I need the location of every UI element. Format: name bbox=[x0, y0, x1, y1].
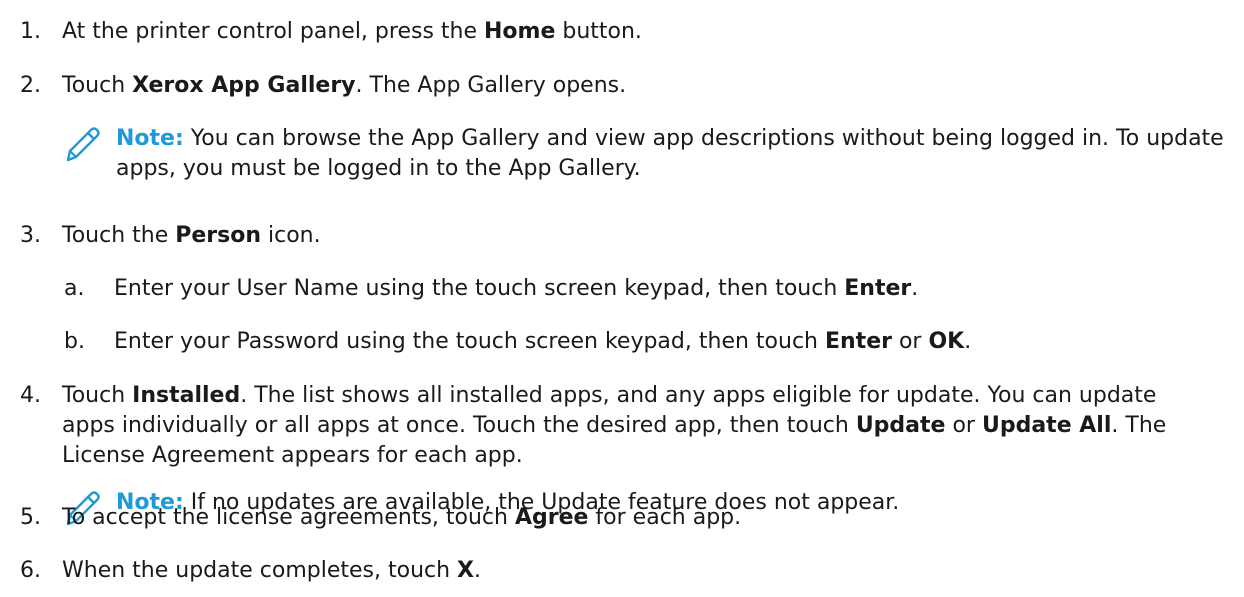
note-body: Note: You can browse the App Gallery and… bbox=[116, 126, 1224, 181]
ui-term: Enter bbox=[824, 329, 892, 354]
ui-term: Home bbox=[484, 19, 556, 44]
ui-term: Update bbox=[855, 413, 946, 438]
step-text: Touch Xerox App Gallery. The App Gallery… bbox=[62, 73, 627, 98]
step-number: 2. bbox=[20, 73, 41, 98]
substep-text: Enter your Password using the touch scre… bbox=[114, 329, 972, 354]
step-text: Touch Installed. The list shows all inst… bbox=[62, 383, 1167, 468]
step-text: To accept the license agreements, touch … bbox=[62, 505, 742, 530]
ui-term: Person bbox=[175, 223, 261, 248]
step-text: At the printer control panel, press the … bbox=[62, 19, 642, 44]
step-number: 5. bbox=[20, 505, 41, 530]
step-text: When the update completes, touch X. bbox=[62, 558, 482, 583]
ui-term: Installed bbox=[132, 383, 241, 408]
step-number: 3. bbox=[20, 223, 41, 248]
substep-text: Enter your User Name using the touch scr… bbox=[114, 276, 919, 301]
note-label: Note: bbox=[116, 126, 184, 151]
substep-letter: b. bbox=[64, 329, 85, 354]
step-number: 1. bbox=[20, 19, 41, 44]
ui-term: Agree bbox=[514, 505, 589, 530]
substep-letter: a. bbox=[64, 276, 85, 301]
ui-term: OK bbox=[928, 329, 965, 354]
ui-term: Enter bbox=[844, 276, 912, 301]
pencil-icon bbox=[62, 126, 102, 162]
step-text: Touch the Person icon. bbox=[62, 223, 321, 248]
step-number: 4. bbox=[20, 383, 41, 408]
ui-term: Update All bbox=[981, 413, 1112, 438]
ui-term: Xerox App Gallery bbox=[132, 73, 356, 98]
ui-term: X bbox=[457, 558, 475, 583]
step-number: 6. bbox=[20, 558, 41, 583]
